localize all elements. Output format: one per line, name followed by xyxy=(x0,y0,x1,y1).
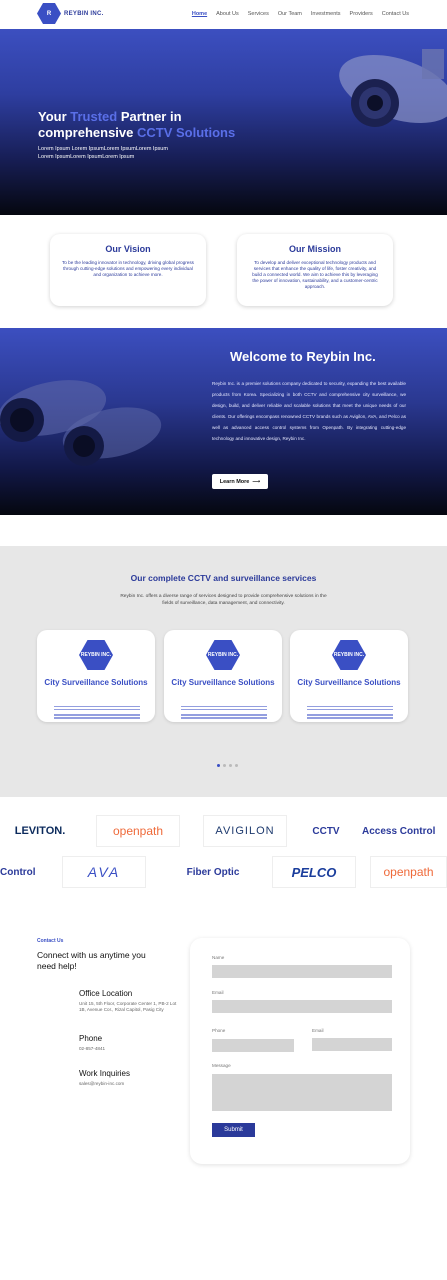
service-card-text xyxy=(307,706,393,720)
welcome-text: Reybin Inc. is a premier solutions compa… xyxy=(212,381,406,441)
service-card-text xyxy=(54,706,140,720)
cctv-cameras-image xyxy=(0,380,162,466)
work-inquiries-text: sales@reybin-inc.com xyxy=(79,1081,125,1086)
logo-text: REYBIN INC. xyxy=(64,10,104,17)
access-control-label: Access Control xyxy=(362,825,436,837)
learn-more-button[interactable]: Learn More ⟶ xyxy=(212,474,268,489)
mission-text: To develop and deliver exceptional techn… xyxy=(252,260,378,289)
hero-title: Your Trusted Partner in comprehensive CC… xyxy=(38,109,236,140)
welcome-title: Welcome to Reybin Inc. xyxy=(230,349,376,364)
carousel-dot[interactable] xyxy=(235,764,238,767)
nav-links: Home About Us Services Our Team Investme… xyxy=(192,11,409,17)
nav-link-home[interactable]: Home xyxy=(192,11,207,17)
phone-title: Phone xyxy=(79,1034,103,1043)
vision-text: To be the leading innovator in technolog… xyxy=(62,260,194,277)
services-subtitle: Reybin Inc. offers a diverse range of se… xyxy=(120,594,327,606)
carousel-dots xyxy=(217,764,238,767)
nav-link-about[interactable]: About Us xyxy=(216,11,239,17)
openpath-logo: openpath xyxy=(96,815,180,847)
welcome-section: Welcome to Reybin Inc. Reybin Inc. is a … xyxy=(0,328,447,515)
email-field[interactable] xyxy=(212,1000,392,1013)
service-card-title: City Surveillance Solutions xyxy=(44,678,148,687)
nav-link-investments[interactable]: Investments xyxy=(311,11,341,17)
service-card-title: City Surveillance Solutions xyxy=(171,678,275,687)
message-label: Message xyxy=(212,1063,231,1068)
nav-link-services[interactable]: Services xyxy=(248,11,269,17)
fiber-optic-label: Fiber Optic xyxy=(186,866,240,878)
pelco-logo: PELCO xyxy=(272,856,356,888)
contact-form: Name Email Phone Email Message Submit xyxy=(190,938,410,1164)
logo[interactable]: R REYBIN INC. xyxy=(37,3,104,24)
office-location-title: Office Location xyxy=(79,989,133,998)
phone-label: Phone xyxy=(212,1028,226,1033)
hero-subtitle: Lorem Ipsum Lorem IpsumLorem IpsumLorem … xyxy=(38,146,168,160)
ava-logo: AVA xyxy=(62,856,146,888)
reybin-logo-icon: REYBIN INC. xyxy=(206,640,240,670)
services-title: Our complete CCTV and surveillance servi… xyxy=(130,573,317,583)
mission-title: Our Mission xyxy=(288,244,341,254)
service-card-text xyxy=(181,706,267,720)
secondary-email-field[interactable] xyxy=(312,1038,392,1051)
services-section: Our complete CCTV and surveillance servi… xyxy=(0,546,447,797)
brand-logos-row-2: Control AVA Fiber Optic PELCO openpath xyxy=(0,856,447,888)
control-label: Control xyxy=(0,866,36,878)
openpath-logo: openpath xyxy=(370,856,447,888)
learn-more-label: Learn More xyxy=(219,478,250,485)
contact-heading: Connect with us anytime you need help! xyxy=(37,950,146,971)
secondary-email-label: Email xyxy=(312,1028,324,1033)
hero-section: Your Trusted Partner in comprehensive CC… xyxy=(0,29,447,215)
logo-hex-icon: R xyxy=(37,3,61,24)
vision-title: Our Vision xyxy=(105,244,151,254)
nav-link-providers[interactable]: Providers xyxy=(350,11,373,17)
service-card[interactable]: REYBIN INC. City Surveillance Solutions xyxy=(37,630,155,722)
phone-text: 02-857-4841 xyxy=(79,1046,106,1051)
top-navbar: R REYBIN INC. Home About Us Services Our… xyxy=(0,0,447,29)
avigilon-logo: AVIGILON xyxy=(203,815,287,847)
contact-eyebrow: Contact Us xyxy=(37,938,64,944)
name-label: Name xyxy=(212,955,225,960)
office-location-text: Unit 15, 5th Floor, Corporate Center 1, … xyxy=(79,1001,177,1012)
carousel-dot[interactable] xyxy=(229,764,232,767)
reybin-logo-icon: REYBIN INC. xyxy=(332,640,366,670)
name-field[interactable] xyxy=(212,965,392,978)
mission-card: Our Mission To develop and deliver excep… xyxy=(237,234,393,306)
service-card[interactable]: REYBIN INC. City Surveillance Solutions xyxy=(164,630,282,722)
cctv-label: CCTV xyxy=(312,825,340,837)
carousel-dot[interactable] xyxy=(217,764,220,767)
reybin-logo-icon: REYBIN INC. xyxy=(79,640,113,670)
message-field[interactable] xyxy=(212,1074,392,1111)
brand-logos-row-1: LEVITON. openpath AVIGILON CCTV Access C… xyxy=(0,815,447,847)
cctv-camera-image xyxy=(339,49,447,127)
phone-field[interactable] xyxy=(212,1039,294,1052)
work-inquiries-title: Work Inquiries xyxy=(79,1069,130,1078)
service-card-title: City Surveillance Solutions xyxy=(297,678,401,687)
carousel-dot[interactable] xyxy=(223,764,226,767)
nav-link-contact[interactable]: Contact Us xyxy=(382,11,409,17)
arrow-right-icon: ⟶ xyxy=(252,478,261,485)
submit-button[interactable]: Submit xyxy=(212,1123,255,1137)
service-card[interactable]: REYBIN INC. City Surveillance Solutions xyxy=(290,630,408,722)
leviton-logo: LEVITON. xyxy=(14,825,66,837)
nav-link-team[interactable]: Our Team xyxy=(278,11,302,17)
email-label: Email xyxy=(212,990,224,995)
vision-card: Our Vision To be the leading innovator i… xyxy=(50,234,206,306)
